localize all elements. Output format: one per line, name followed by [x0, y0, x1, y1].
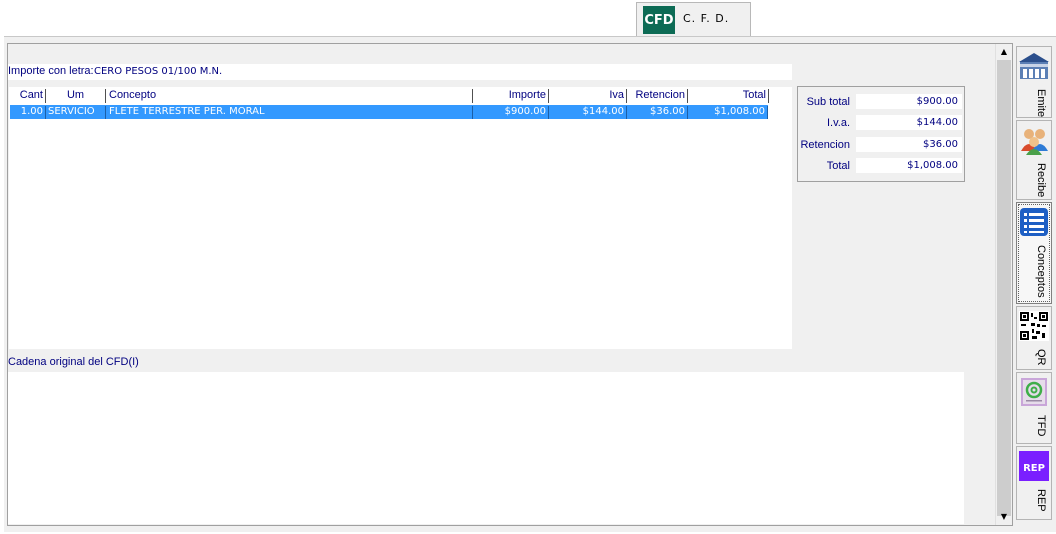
scroll-up-icon[interactable]: ▲ — [996, 44, 1012, 60]
iva-label: I.v.a. — [826, 117, 850, 129]
sidebar-item-conceptos-label: Conceptos — [1035, 245, 1047, 298]
table-row[interactable]: 1.00 SERVICIO FLETE TERRESTRE PER. MORAL… — [10, 105, 768, 119]
cadena-original-label: Cadena original del CFD(I) — [8, 356, 139, 368]
cfd-logo-icon: CFD — [643, 6, 675, 34]
cell-iva: $144.00 — [549, 106, 627, 119]
col-header-cant[interactable]: Cant — [9, 89, 46, 103]
people-icon — [1021, 129, 1048, 155]
cadena-original-field[interactable] — [8, 372, 964, 524]
importe-con-letra-label: Importe con letra: — [8, 65, 94, 77]
sidebar: Emite Recibe Conceptos QR TFD REP REP — [1014, 38, 1056, 534]
totals-box: Sub total $900.00 I.v.a. $144.00 Retenci… — [797, 86, 965, 182]
sidebar-item-rep-label: REP — [1035, 489, 1047, 512]
rep-icon: REP — [1019, 451, 1049, 481]
total-field[interactable]: $1,008.00 — [856, 158, 962, 173]
cell-retencion: $36.00 — [627, 106, 688, 119]
tab-cfd-label: C. F. D. — [683, 12, 730, 25]
col-header-concepto[interactable]: Concepto — [106, 89, 473, 103]
sidebar-item-recibe[interactable]: Recibe — [1016, 120, 1052, 200]
sidebar-item-emite[interactable]: Emite — [1016, 46, 1052, 118]
grid-header: Cant Um Concepto Importe Iva Retencion T… — [9, 87, 769, 104]
iva-field[interactable]: $144.00 — [856, 115, 962, 130]
sidebar-item-tfd[interactable]: TFD — [1016, 372, 1052, 444]
cell-concepto: FLETE TERRESTRE PER. MORAL — [106, 106, 473, 119]
retencion-field[interactable]: $36.00 — [856, 137, 962, 152]
sidebar-item-emite-label: Emite — [1035, 89, 1047, 118]
total-label: Total — [826, 160, 850, 172]
col-header-um[interactable]: Um — [46, 89, 106, 103]
sidebar-item-rep[interactable]: REP REP — [1016, 446, 1052, 520]
sidebar-item-conceptos[interactable]: Conceptos — [1016, 202, 1052, 304]
tab-cfd[interactable]: CFD C. F. D. — [636, 2, 751, 36]
importe-con-letra-value: CERO PESOS 01/100 M.N. — [94, 66, 223, 77]
scrollbar-thumb[interactable] — [997, 60, 1011, 516]
svg-text:REP: REP — [1023, 463, 1045, 474]
cell-um: SERVICIO — [46, 106, 106, 119]
sidebar-item-qr[interactable]: QR — [1016, 306, 1052, 370]
qr-code-icon — [1019, 311, 1049, 341]
vertical-scrollbar[interactable]: ▲ ▼ — [995, 44, 1012, 525]
col-header-retencion[interactable]: Retencion — [627, 89, 688, 103]
sidebar-item-recibe-label: Recibe — [1035, 163, 1047, 198]
col-header-total[interactable]: Total — [688, 89, 769, 103]
building-icon — [1019, 53, 1049, 79]
cell-total: $1,008.00 — [688, 106, 768, 119]
stamp-icon — [1021, 378, 1047, 406]
importe-con-letra-row: Importe con letra: CERO PESOS 01/100 M.N… — [8, 64, 792, 80]
subtotal-label: Sub total — [806, 96, 850, 108]
retencion-label: Retencion — [800, 139, 850, 151]
col-header-importe[interactable]: Importe — [473, 89, 549, 103]
subtotal-field[interactable]: $900.00 — [856, 94, 962, 109]
sidebar-item-qr-label: QR — [1035, 349, 1047, 366]
list-icon — [1020, 208, 1048, 236]
cell-importe: $900.00 — [473, 106, 549, 119]
col-header-iva[interactable]: Iva — [549, 89, 627, 103]
sidebar-item-tfd-label: TFD — [1035, 415, 1047, 437]
cell-cant: 1.00 — [10, 106, 46, 119]
scroll-down-icon[interactable]: ▼ — [996, 509, 1012, 525]
conceptos-grid[interactable]: Cant Um Concepto Importe Iva Retencion T… — [9, 87, 792, 349]
